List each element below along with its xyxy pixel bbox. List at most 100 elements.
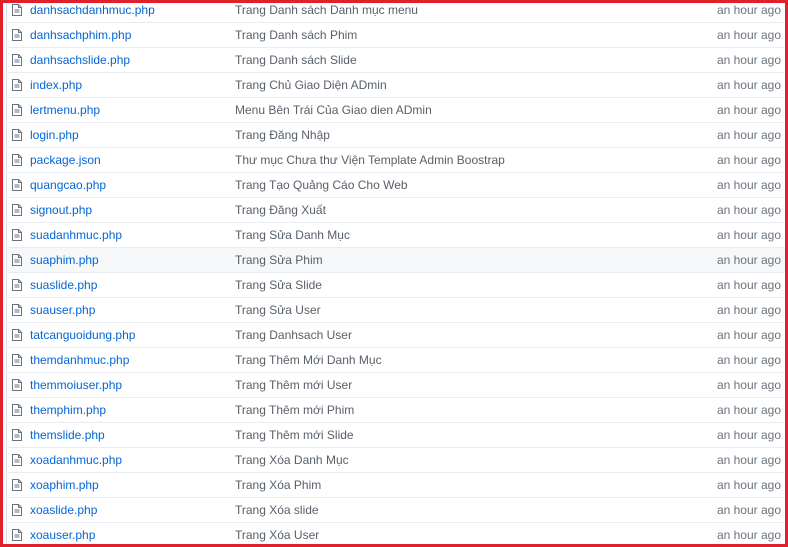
file-list: danhsachdanhmuc.php Trang Danh sách Danh …	[6, 3, 785, 544]
file-name-link[interactable]: xoaslide.php	[30, 503, 235, 517]
commit-message-link[interactable]: Trang Thêm Mới Danh Mục	[235, 353, 701, 367]
file-name-link[interactable]: themmoiuser.php	[30, 378, 235, 392]
file-icon	[12, 529, 22, 541]
commit-message-link[interactable]: Thư mục Chưa thư Viện Template Admin Boo…	[235, 153, 701, 167]
commit-age: an hour ago	[716, 203, 781, 217]
file-icon	[12, 329, 22, 341]
file-row[interactable]: xoauser.php Trang Xóa User an hour ago	[7, 522, 785, 544]
file-name-link[interactable]: themdanhmuc.php	[30, 353, 235, 367]
file-row[interactable]: xoadanhmuc.php Trang Xóa Danh Mục an hour …	[7, 447, 785, 472]
file-name-link[interactable]: xoadanhmuc.php	[30, 453, 235, 467]
commit-message-link[interactable]: Trang Sửa User	[235, 303, 701, 317]
commit-age: an hour ago	[716, 528, 781, 542]
commit-message-link[interactable]: Trang Danhsach User	[235, 328, 701, 342]
commit-message-link[interactable]: Trang Danh sách Phim	[235, 28, 701, 42]
file-row[interactable]: themslide.php Trang Thêm mới Slide an hour…	[7, 422, 785, 447]
file-row[interactable]: package.json Thư mục Chưa thư Viện Templa…	[7, 147, 785, 172]
file-row[interactable]: quangcao.php Trang Tạo Quảng Cáo Cho Web a…	[7, 172, 785, 197]
file-name-link[interactable]: danhsachphim.php	[30, 28, 235, 42]
commit-message-link[interactable]: Trang Chủ Giao Diện ADmin	[235, 78, 701, 92]
file-row[interactable]: suauser.php Trang Sửa User an hour ago	[7, 297, 785, 322]
file-row[interactable]: themphim.php Trang Thêm mới Phim an hour a…	[7, 397, 785, 422]
file-name-link[interactable]: danhsachslide.php	[30, 53, 235, 67]
commit-age: an hour ago	[716, 228, 781, 242]
file-icon	[12, 404, 22, 416]
commit-message-link[interactable]: Trang Sửa Phim	[235, 253, 701, 267]
commit-message-link[interactable]: Trang Xóa slide	[235, 503, 701, 517]
file-name-link[interactable]: xoaphim.php	[30, 478, 235, 492]
file-row[interactable]: tatcanguoidung.php Trang Danhsach User an …	[7, 322, 785, 347]
commit-age: an hour ago	[716, 378, 781, 392]
commit-age: an hour ago	[716, 328, 781, 342]
file-name-link[interactable]: suauser.php	[30, 303, 235, 317]
commit-age: an hour ago	[716, 28, 781, 42]
file-icon	[12, 154, 22, 166]
commit-age: an hour ago	[716, 153, 781, 167]
file-row[interactable]: danhsachdanhmuc.php Trang Danh sách Danh …	[7, 3, 785, 22]
file-icon	[12, 504, 22, 516]
file-icon	[12, 4, 22, 16]
commit-age: an hour ago	[716, 278, 781, 292]
file-name-link[interactable]: suaphim.php	[30, 253, 235, 267]
commit-message-link[interactable]: Trang Thêm mới User	[235, 378, 701, 392]
file-row[interactable]: index.php Trang Chủ Giao Diện ADmin an hou…	[7, 72, 785, 97]
commit-message-link[interactable]: Trang Sửa Danh Mục	[235, 228, 701, 242]
file-name-link[interactable]: xoauser.php	[30, 528, 235, 542]
file-name-link[interactable]: themphim.php	[30, 403, 235, 417]
file-icon	[12, 129, 22, 141]
file-row[interactable]: danhsachphim.php Trang Danh sách Phim an h…	[7, 22, 785, 47]
file-row[interactable]: suaslide.php Trang Sửa Slide an hour ago	[7, 272, 785, 297]
commit-age: an hour ago	[716, 453, 781, 467]
commit-age: an hour ago	[716, 478, 781, 492]
commit-message-link[interactable]: Trang Xóa Danh Mục	[235, 453, 701, 467]
file-icon	[12, 29, 22, 41]
commit-message-link[interactable]: Trang Xóa Phim	[235, 478, 701, 492]
file-icon	[12, 379, 22, 391]
file-icon	[12, 354, 22, 366]
file-name-link[interactable]: quangcao.php	[30, 178, 235, 192]
file-name-link[interactable]: suaslide.php	[30, 278, 235, 292]
file-icon	[12, 54, 22, 66]
commit-message-link[interactable]: Trang Danh sách Slide	[235, 53, 701, 67]
file-name-link[interactable]: tatcanguoidung.php	[30, 328, 235, 342]
commit-age: an hour ago	[716, 53, 781, 67]
file-name-link[interactable]: package.json	[30, 153, 235, 167]
commit-message-link[interactable]: Trang Xóa User	[235, 528, 701, 542]
file-row[interactable]: signout.php Trang Đăng Xuất an hour ago	[7, 197, 785, 222]
file-name-link[interactable]: login.php	[30, 128, 235, 142]
file-icon	[12, 279, 22, 291]
file-icon	[12, 179, 22, 191]
file-row[interactable]: themmoiuser.php Trang Thêm mới User an hou…	[7, 372, 785, 397]
file-row[interactable]: xoaslide.php Trang Xóa slide an hour ago	[7, 497, 785, 522]
file-row[interactable]: lertmenu.php Menu Bên Trái Của Giao dien …	[7, 97, 785, 122]
commit-age: an hour ago	[716, 403, 781, 417]
commit-age: an hour ago	[716, 353, 781, 367]
commit-message-link[interactable]: Menu Bên Trái Của Giao dien ADmin	[235, 103, 701, 117]
commit-age: an hour ago	[716, 303, 781, 317]
file-row[interactable]: suaphim.php Trang Sửa Phim an hour ago	[7, 247, 785, 272]
file-row[interactable]: xoaphim.php Trang Xóa Phim an hour ago	[7, 472, 785, 497]
file-name-link[interactable]: suadanhmuc.php	[30, 228, 235, 242]
commit-message-link[interactable]: Trang Đăng Nhập	[235, 128, 701, 142]
file-name-link[interactable]: danhsachdanhmuc.php	[30, 3, 235, 17]
commit-age: an hour ago	[716, 428, 781, 442]
file-icon	[12, 254, 22, 266]
commit-age: an hour ago	[716, 128, 781, 142]
commit-message-link[interactable]: Trang Thêm mới Slide	[235, 428, 701, 442]
file-row[interactable]: suadanhmuc.php Trang Sửa Danh Mục an hour …	[7, 222, 785, 247]
commit-message-link[interactable]: Trang Thêm mới Phim	[235, 403, 701, 417]
file-icon	[12, 204, 22, 216]
commit-message-link[interactable]: Trang Đăng Xuất	[235, 203, 701, 217]
file-row[interactable]: themdanhmuc.php Trang Thêm Mới Danh Mục an…	[7, 347, 785, 372]
file-icon	[12, 79, 22, 91]
file-row[interactable]: login.php Trang Đăng Nhập an hour ago	[7, 122, 785, 147]
file-name-link[interactable]: signout.php	[30, 203, 235, 217]
file-name-link[interactable]: lertmenu.php	[30, 103, 235, 117]
commit-message-link[interactable]: Trang Danh sách Danh mục menu	[235, 3, 701, 17]
commit-message-link[interactable]: Trang Tạo Quảng Cáo Cho Web	[235, 178, 701, 192]
file-name-link[interactable]: index.php	[30, 78, 235, 92]
file-name-link[interactable]: themslide.php	[30, 428, 235, 442]
file-icon	[12, 304, 22, 316]
commit-message-link[interactable]: Trang Sửa Slide	[235, 278, 701, 292]
file-row[interactable]: danhsachslide.php Trang Danh sách Slide an…	[7, 47, 785, 72]
